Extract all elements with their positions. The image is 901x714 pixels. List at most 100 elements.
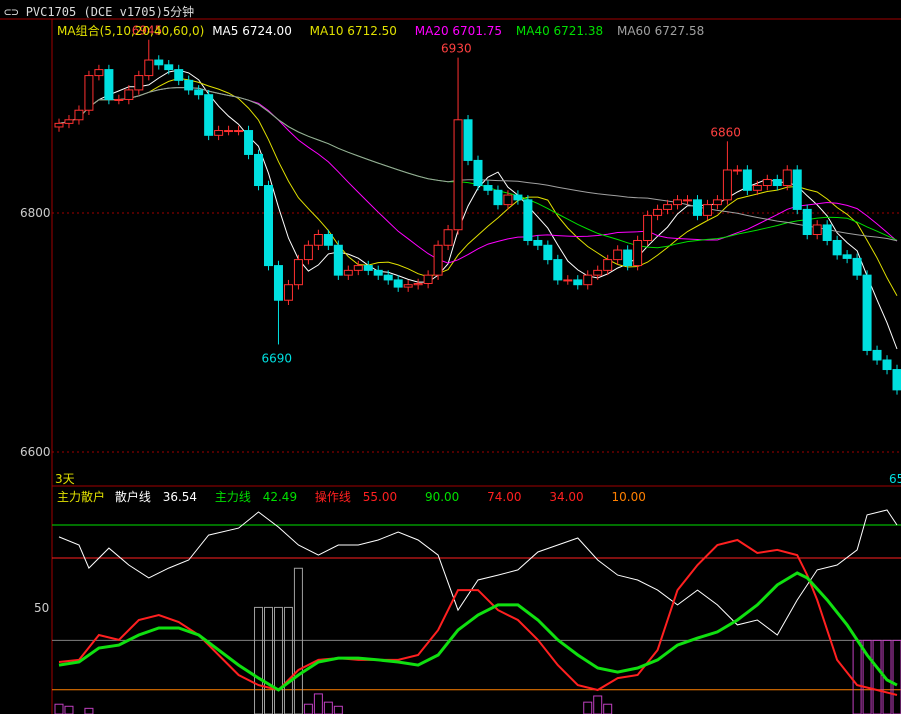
candle-up: [234, 130, 244, 133]
ma10-value: MA10 6712.50: [309, 24, 397, 38]
candle-up: [663, 204, 673, 210]
candle-down: [174, 69, 184, 81]
candle-down: [573, 279, 583, 286]
indicator-bar: [852, 639, 862, 714]
candle-up: [144, 59, 154, 77]
candle-up: [134, 75, 144, 91]
level-74: 74.00: [487, 490, 522, 504]
op-line-label: 操作线: [314, 490, 351, 504]
candle-down: [623, 249, 633, 267]
retail-line-label: 散户线: [114, 490, 151, 504]
candle-down: [882, 359, 892, 371]
candle-down: [792, 169, 802, 210]
candle-down: [852, 257, 862, 276]
candle-down: [493, 189, 503, 206]
indicator-bar: [323, 701, 333, 714]
main-line-label: 主力线: [214, 490, 251, 504]
level-10: 10.00: [611, 490, 646, 504]
main-line-value: 42.49: [262, 490, 298, 504]
indicator-bar: [892, 639, 901, 714]
candle-up: [403, 284, 413, 288]
candle-up: [643, 214, 653, 241]
indicator-bar: [593, 695, 603, 714]
candle-up: [283, 284, 293, 301]
candle-up: [114, 98, 124, 101]
ma5-line: [58, 69, 898, 350]
candle-up: [722, 169, 732, 201]
candle-down: [323, 234, 333, 246]
candle-down: [184, 79, 194, 91]
candle-up: [673, 199, 683, 206]
candle-up: [224, 130, 234, 133]
indicator-bar: [583, 701, 593, 714]
candle-down: [822, 224, 832, 241]
candle-up: [303, 244, 313, 261]
candle-down: [273, 265, 283, 301]
candle-up: [94, 69, 104, 77]
chart-canvas: 6945693066906860: [0, 18, 901, 714]
price-annotation-6930: 6930: [441, 42, 472, 56]
candle-up: [124, 89, 134, 100]
indicator-bar: [303, 703, 313, 714]
price-annotation-6690: 6690: [261, 351, 292, 365]
candle-up: [503, 194, 513, 206]
indicator-name: 主力散户: [57, 490, 106, 504]
candle-down: [473, 159, 483, 187]
indicator-bar: [54, 703, 64, 714]
candle-down: [832, 239, 842, 256]
candle-down: [264, 185, 273, 267]
level-90: 90.00: [424, 490, 460, 504]
candle-up: [54, 122, 64, 128]
candle-up: [603, 259, 613, 271]
candle-up: [84, 75, 94, 111]
indicator-bar: [313, 693, 323, 714]
candle-down: [194, 89, 204, 96]
candle-down: [553, 259, 563, 281]
candle-down: [104, 69, 114, 100]
candle-down: [802, 208, 812, 236]
op-line: [58, 538, 898, 696]
period-label: 3天: [55, 472, 75, 486]
candle-down: [254, 153, 264, 187]
price-tick-6800: 6800: [20, 206, 51, 220]
candle-down: [772, 179, 782, 187]
indicator-legend: 主力散户 散户线 36.54 主力线 42.49 操作线 55.00 90.00…: [57, 490, 646, 504]
ma40-value: MA40 6721.38: [515, 24, 604, 38]
price-tick-6600: 6600: [20, 445, 51, 459]
indicator-bar: [64, 705, 74, 714]
indicator-bar: [254, 606, 264, 714]
candle-up: [732, 169, 742, 172]
candle-up: [812, 224, 822, 236]
indicator-bar: [264, 606, 273, 714]
op-line-value: 55.00: [362, 490, 398, 504]
candle-up: [653, 208, 663, 216]
candle-up: [353, 265, 363, 271]
level-34: 34.00: [549, 490, 584, 504]
indicator-bar: [293, 567, 303, 714]
candle-down: [862, 274, 872, 351]
candle-up: [712, 199, 722, 206]
indicator-bar: [84, 707, 94, 714]
candle-down: [383, 274, 393, 281]
candle-down: [842, 254, 852, 259]
ma60-value: MA60 6727.58: [616, 24, 705, 38]
candle-up: [64, 119, 74, 124]
indicator-bar: [283, 606, 293, 714]
candle-up: [702, 204, 712, 216]
candle-down: [463, 119, 473, 161]
candle-down: [483, 185, 493, 191]
candle-down: [543, 244, 553, 261]
candle-down: [373, 269, 383, 276]
candle-up: [343, 269, 353, 276]
indicator-bar: [872, 639, 882, 714]
indicator-bar: [273, 606, 283, 714]
candle-up: [413, 283, 423, 286]
candle-down: [164, 64, 174, 71]
retail-line-value: 36.54: [162, 490, 198, 504]
candle-down: [742, 169, 752, 191]
candle-down: [692, 199, 702, 216]
candle-up: [423, 274, 433, 285]
candle-down: [892, 369, 901, 391]
candle-up: [563, 279, 573, 282]
ma-group-label: MA组合(5,10,20,40,60,0): [57, 24, 205, 38]
